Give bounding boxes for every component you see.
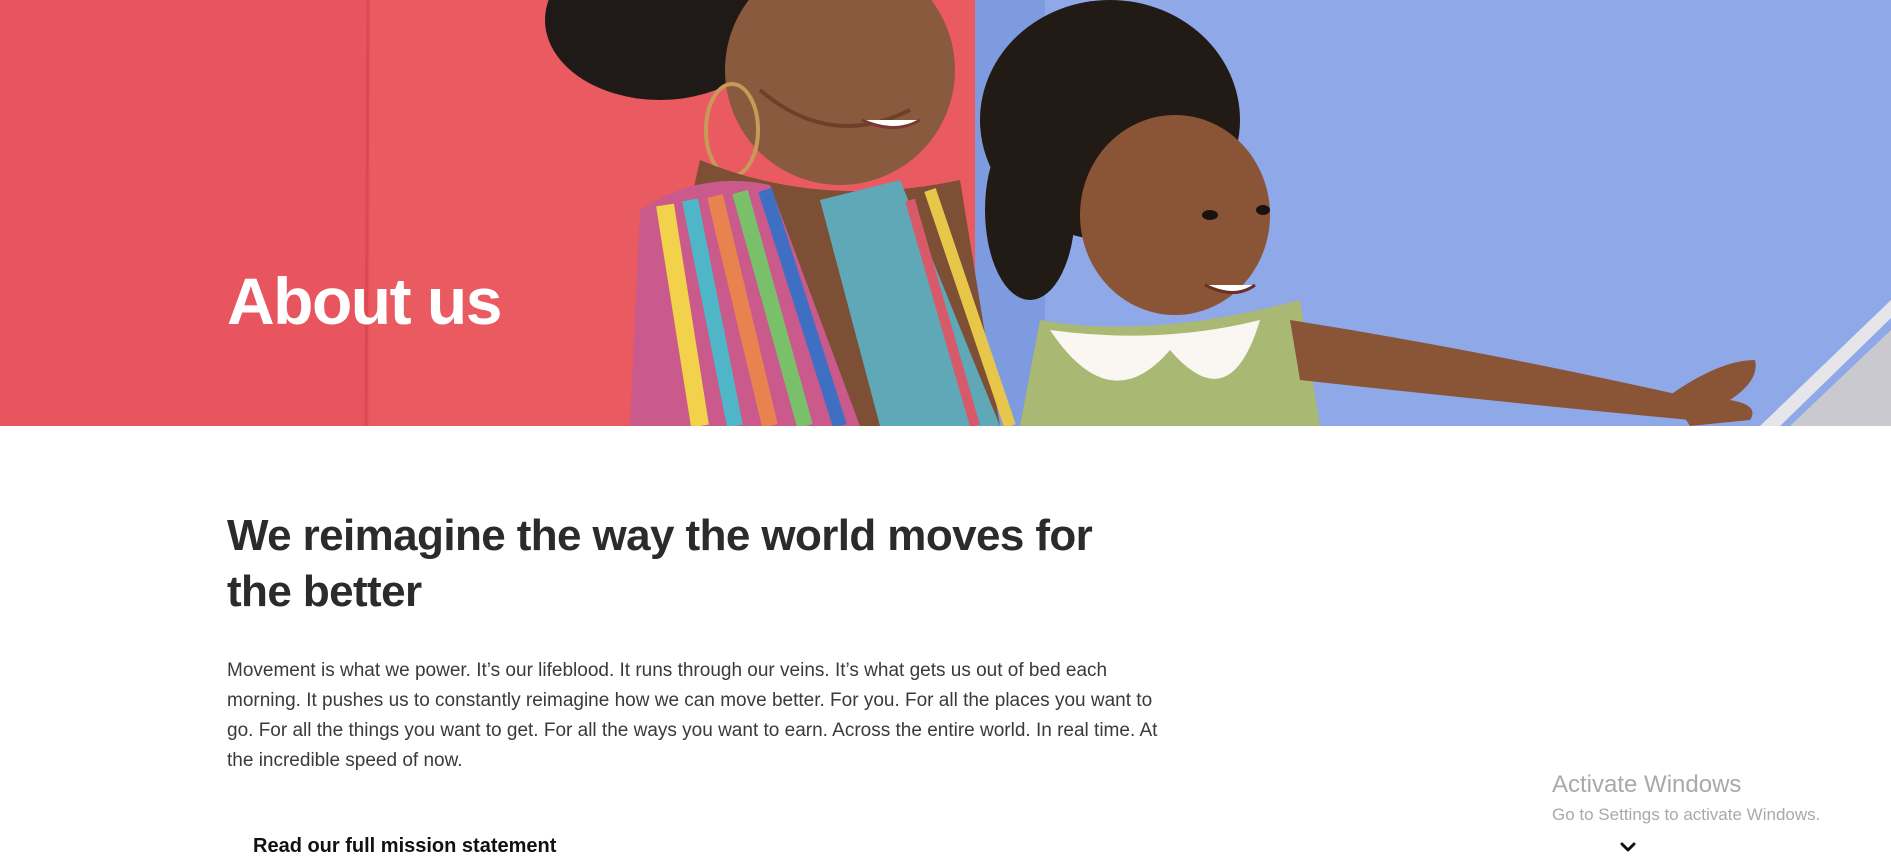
mission-paragraph: Movement is what we power. It’s our life… (227, 660, 1158, 771)
section-headline: We reimagine the way the world moves for… (227, 511, 1093, 616)
main-content: We reimagine the way the world moves for… (227, 508, 1177, 776)
hero-photo (0, 0, 1891, 426)
watermark-subtitle: Go to Settings to activate Windows. (1552, 805, 1821, 824)
chevron-down-icon[interactable] (1618, 838, 1638, 858)
page-title: About us (227, 264, 502, 338)
about-page: About us We reimagine the way the world … (0, 0, 1891, 868)
activate-windows-watermark: Activate Windows Go to Settings to activ… (1552, 770, 1820, 828)
hero-banner: About us (0, 0, 1891, 426)
mission-statement-accordion[interactable]: Read our full mission statement (227, 820, 1667, 868)
accordion-label: Read our full mission statement (253, 835, 557, 857)
watermark-title: Activate Windows (1552, 771, 1742, 798)
